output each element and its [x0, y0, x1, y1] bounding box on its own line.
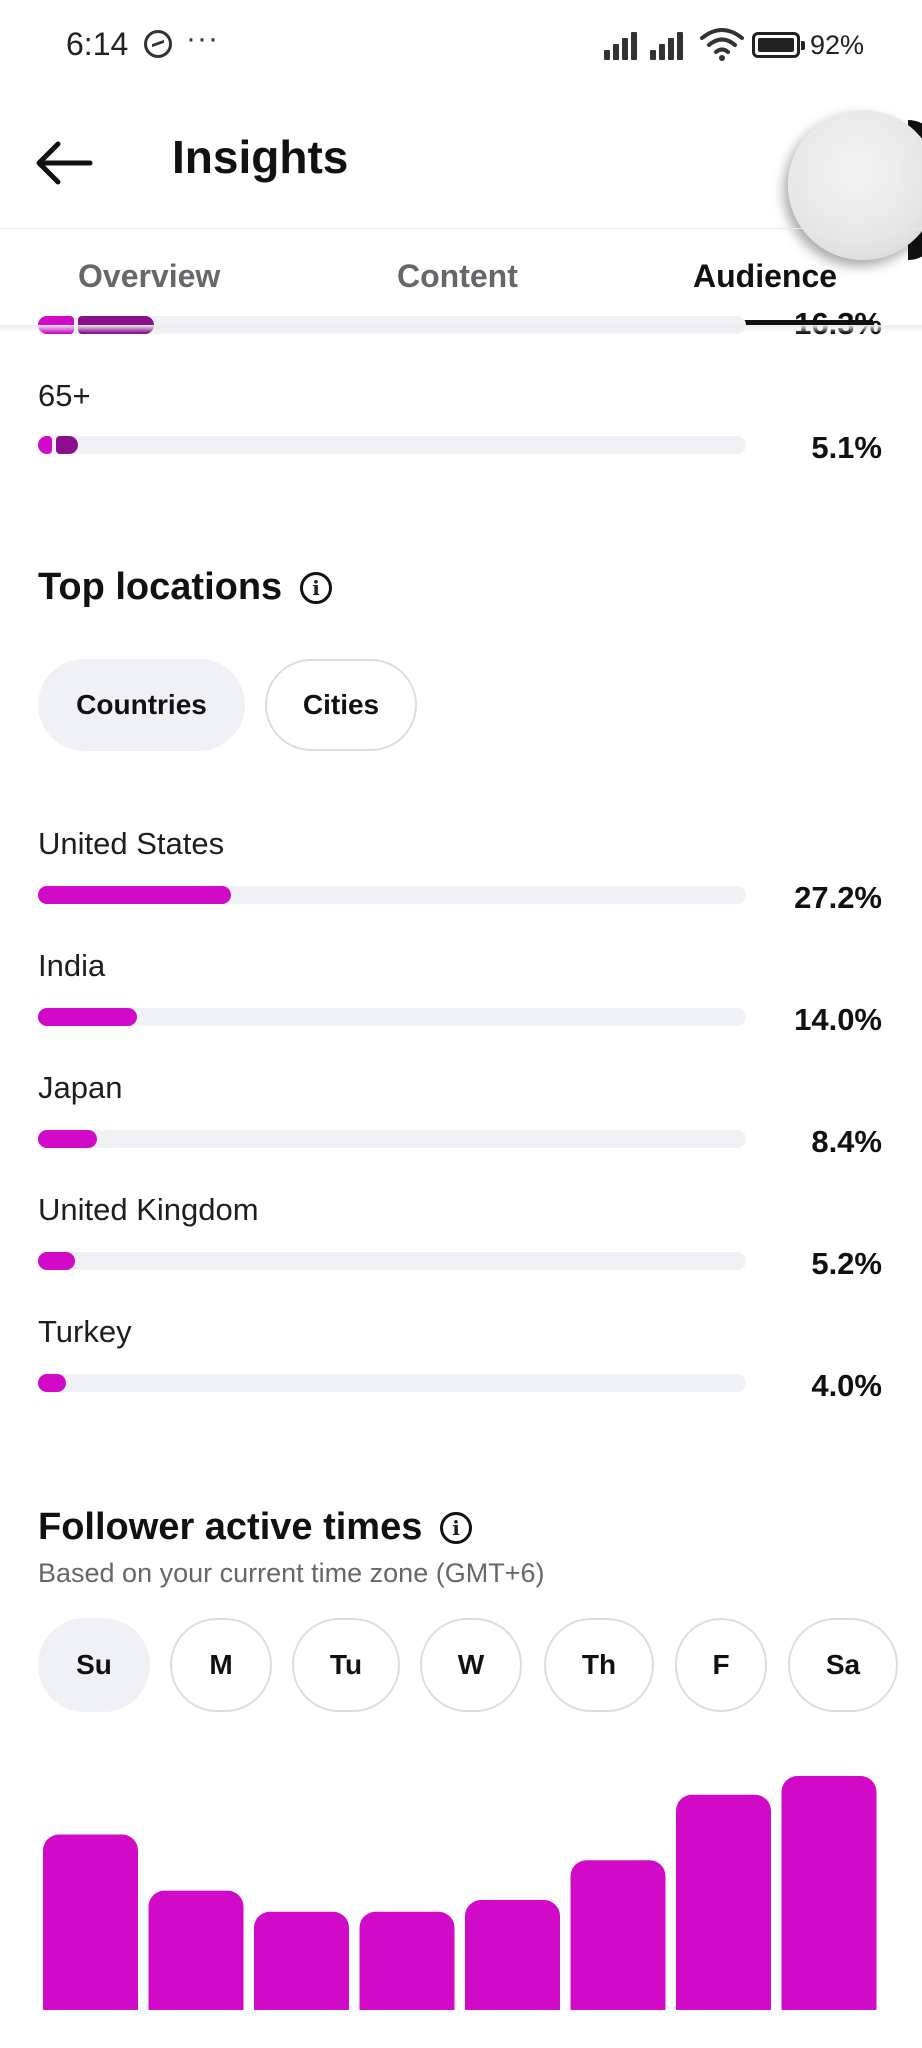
- location-label: Turkey: [38, 1314, 132, 1349]
- location-label: Japan: [38, 1070, 123, 1105]
- age-bar-track-65: [38, 436, 746, 454]
- info-icon[interactable]: i: [300, 572, 332, 604]
- day-chip-su[interactable]: Su: [38, 1618, 150, 1712]
- battery-percent: 92%: [810, 30, 865, 60]
- tabs-shadow: [0, 325, 922, 333]
- location-bar-fill: [38, 1374, 67, 1392]
- back-arrow-icon[interactable]: [28, 130, 98, 194]
- tab-overview[interactable]: Overview: [78, 258, 220, 295]
- day-chip-tu[interactable]: Tu: [292, 1618, 400, 1712]
- tab-audience[interactable]: Audience: [693, 258, 837, 295]
- age-label-65: 65+: [38, 378, 91, 413]
- active-times-bar: [254, 1911, 349, 2010]
- info-icon[interactable]: i: [440, 1512, 472, 1544]
- status-time: 6:14: [66, 26, 129, 62]
- wifi-icon: [700, 28, 744, 61]
- day-chip-th[interactable]: Th: [544, 1618, 654, 1712]
- location-label: United States: [38, 826, 225, 861]
- location-percent: 4.0%: [811, 1368, 882, 1403]
- location-percent: 27.2%: [794, 880, 882, 915]
- active-times-chart: [43, 1776, 877, 2010]
- location-percent: 5.2%: [811, 1246, 882, 1281]
- active-times-bar: [359, 1911, 455, 2010]
- cities-chip[interactable]: Cities: [265, 659, 417, 751]
- day-chip-f[interactable]: F: [675, 1618, 767, 1712]
- top-locations-title: Top locations: [38, 566, 283, 608]
- active-times-bar: [570, 1860, 666, 2010]
- location-bar-track: [38, 1008, 746, 1026]
- timezone-subtitle: Based on your current time zone (GMT+6): [38, 1558, 545, 1588]
- location-bar-fill: [38, 1252, 75, 1270]
- day-chip-m[interactable]: M: [170, 1618, 272, 1712]
- day-chip-sa[interactable]: Sa: [788, 1618, 898, 1712]
- active-times-bar: [676, 1794, 771, 2010]
- tab-content[interactable]: Content: [397, 258, 518, 295]
- active-times-title: Follower active times: [38, 1506, 423, 1548]
- location-bar-fill: [38, 1130, 98, 1148]
- location-bar-track: [38, 1130, 746, 1148]
- location-label: United Kingdom: [38, 1192, 259, 1227]
- location-percent: 14.0%: [794, 1002, 882, 1037]
- active-times-bar: [465, 1900, 560, 2010]
- more-notifications-icon: ···: [186, 22, 219, 55]
- active-times-bar: [43, 1834, 138, 2010]
- location-percent: 8.4%: [811, 1124, 882, 1159]
- battery-icon: [752, 32, 805, 58]
- chat-head-bubble[interactable]: [788, 110, 922, 260]
- location-bar-track: [38, 1252, 746, 1270]
- day-chip-w[interactable]: W: [420, 1618, 522, 1712]
- location-bar-track: [38, 886, 746, 904]
- age-pct-65: 5.1%: [811, 430, 882, 465]
- location-label: India: [38, 948, 106, 983]
- active-times-bar: [781, 1776, 877, 2010]
- messenger-icon: [144, 30, 172, 58]
- countries-chip[interactable]: Countries: [38, 659, 245, 751]
- location-bar-fill: [38, 1008, 138, 1026]
- header-divider: [0, 228, 922, 229]
- active-times-bar: [148, 1890, 244, 2010]
- signal-icon-sim1: [604, 30, 642, 60]
- location-bar-track: [38, 1374, 746, 1392]
- location-bar-fill: [38, 886, 231, 904]
- page-title: Insights: [172, 131, 349, 183]
- signal-icon-sim2: [650, 30, 688, 60]
